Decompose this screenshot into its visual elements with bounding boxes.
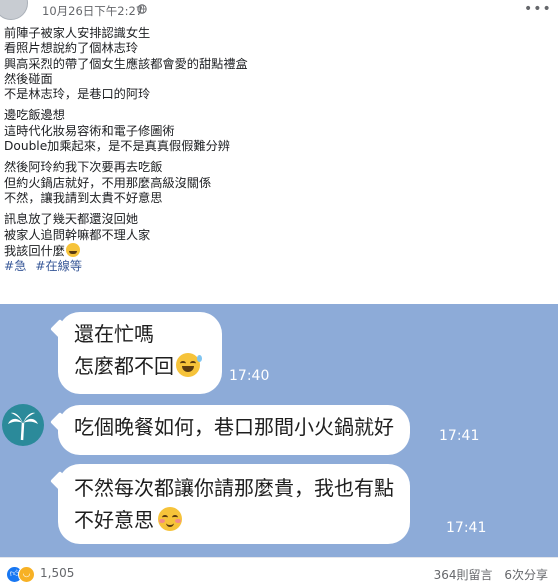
post-line: 看照片想說約了個林志玲 — [4, 41, 139, 56]
palm-tree-icon — [2, 404, 44, 446]
post-paragraph: 訊息放了幾天都還沒回她 被家人追問幹嘛都不理人家 我該回什麼 — [4, 212, 544, 258]
post-line: 這時代化妝易容術和電子修圖術 — [4, 123, 175, 138]
post-paragraph: 邊吃飯邊想 這時代化妝易容術和電子修圖術 Double加乘起來，是不是真真假假難… — [4, 108, 544, 154]
blushing-face-emoji — [158, 507, 182, 531]
post-line: 邊吃飯邊想 — [4, 108, 65, 123]
message-time: 17:40 — [229, 368, 270, 384]
chat-bubble: 吃個晚餐如何，巷口那間小火鍋就好 — [50, 405, 410, 455]
grinning-face-emoji — [65, 242, 80, 257]
engagement-stats: 364則留言 6次分享 — [426, 566, 548, 583]
post-line: 不是林志玲，是巷口的阿玲 — [4, 87, 151, 102]
post-footer: 👍︎ ◡ 1,505 364則留言 6次分享 — [0, 557, 558, 587]
bubble-tail — [50, 471, 70, 491]
message-time: 17:41 — [446, 520, 487, 536]
post-line: 不然，讓我請到太貴不好意思 — [4, 190, 163, 205]
post-line: 訊息放了幾天都還沒回她 — [4, 212, 139, 227]
post-line: 前陣子被家人安排認識女生 — [4, 26, 151, 40]
chat-line-with-emoji: 怎麼都不回 — [74, 350, 206, 382]
post-paragraph: 前陣子被家人安排認識女生 看照片想說約了個林志玲 興高采烈的帶了個女生應該都會愛… — [4, 26, 544, 102]
post-line: 興高采烈的帶了個女生應該都會愛的甜點禮盒 — [4, 56, 248, 71]
hashtag-link[interactable]: #急 — [4, 259, 26, 273]
chat-line-text: 不好意思 — [74, 508, 154, 532]
grinning-sweat-emoji — [176, 353, 202, 377]
bubble-tail — [50, 412, 70, 432]
globe-icon — [137, 4, 147, 14]
haha-reaction-icon: ◡ — [18, 566, 35, 583]
author-avatar[interactable] — [0, 0, 28, 20]
hashtag-row: #急 #在線等 — [4, 258, 544, 274]
post-header: 10月26日下午2:27 ••• — [0, 0, 558, 22]
post-line-with-emoji: 我該回什麼 — [4, 242, 544, 258]
chat-line: 吃個晚餐如何，巷口那間小火鍋就好 — [74, 415, 394, 439]
post-body: 前陣子被家人安排認識女生 看照片想說約了個林志玲 興高采烈的帶了個女生應該都會愛… — [4, 26, 544, 274]
post-line: Double加乘起來，是不是真真假假難分辨 — [4, 139, 230, 154]
more-options-icon[interactable]: ••• — [524, 1, 552, 17]
bubble-tail — [50, 319, 70, 339]
chat-line: 還在忙嗎 — [74, 322, 154, 346]
post-line: 但約火鍋店就好，不用那麼高級沒關係 — [4, 175, 212, 190]
chat-bubble: 不然每次都讓你請那麼貴，我也有點 不好意思 — [50, 464, 410, 544]
post-line-text: 我該回什麼 — [4, 243, 65, 258]
hashtag-link[interactable]: #在線等 — [35, 259, 82, 273]
share-count[interactable]: 6次分享 — [504, 568, 548, 582]
post-paragraph: 然後阿玲約我下次要再去吃飯 但約火鍋店就好，不用那麼高級沒關係 不然，讓我請到太… — [4, 160, 544, 206]
chat-line: 不然每次都讓你請那麼貴，我也有點 — [74, 476, 394, 500]
post-line: 然後碰面 — [4, 71, 53, 86]
chat-line-with-emoji: 不好意思 — [74, 504, 394, 536]
chat-screenshot: 還在忙嗎 怎麼都不回 17:40 吃個晚餐如何，巷口那間小火鍋就好 17:41 … — [0, 304, 558, 557]
post-timestamp[interactable]: 10月26日下午2:27 — [42, 3, 143, 19]
post-line: 然後阿玲約我下次要再去吃飯 — [4, 160, 163, 175]
reaction-icons[interactable]: 👍︎ ◡ — [6, 566, 36, 583]
reaction-count[interactable]: 1,505 — [40, 566, 74, 580]
message-time: 17:41 — [439, 428, 480, 444]
chat-line-text: 怎麼都不回 — [74, 354, 174, 378]
chat-bubble: 還在忙嗎 怎麼都不回 — [50, 312, 222, 394]
post-line: 被家人追問幹嘛都不理人家 — [4, 227, 151, 242]
comment-count[interactable]: 364則留言 — [434, 568, 493, 582]
